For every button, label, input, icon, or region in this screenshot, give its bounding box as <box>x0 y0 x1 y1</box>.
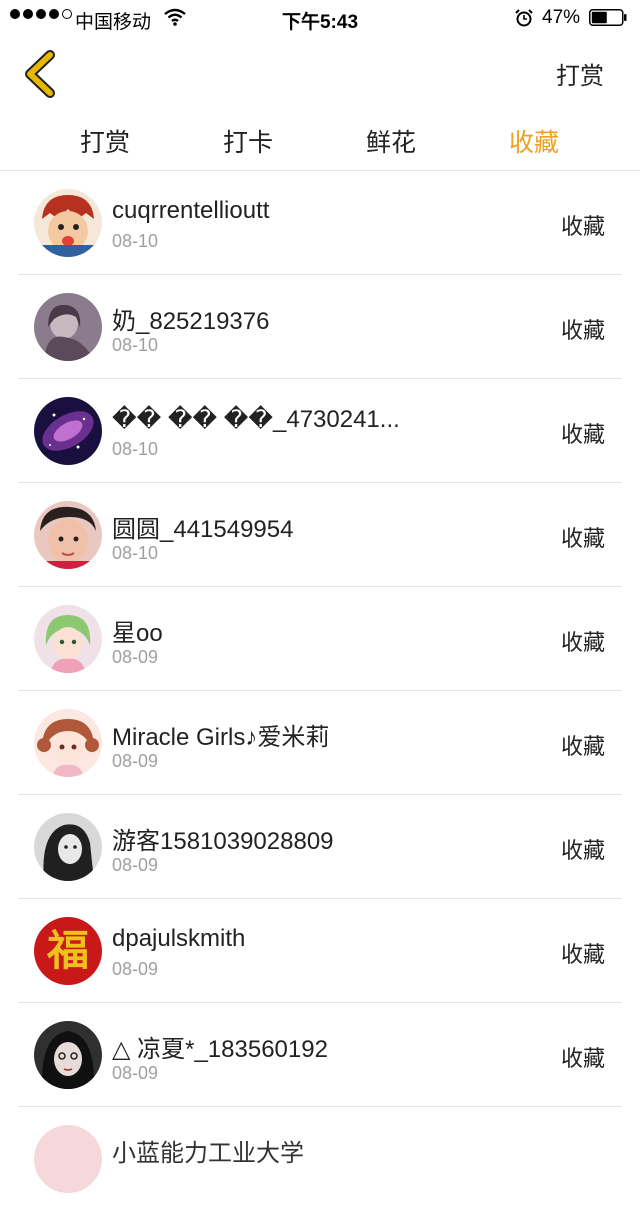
favorite-date: 08-09 <box>112 647 159 667</box>
list-item[interactable]: 奶_825219376 08-10 收藏 <box>0 275 640 379</box>
list-item[interactable]: cuqrrentellioutt 08-10 收藏 <box>0 171 640 275</box>
list-item[interactable]: 小蓝能力工业大学 <box>0 1107 640 1211</box>
avatar[interactable] <box>34 813 102 881</box>
avatar[interactable] <box>34 1125 102 1193</box>
favorite-date: 08-09 <box>112 959 159 979</box>
user-name: 奶_825219376 <box>112 308 270 335</box>
favorite-date: 08-09 <box>112 855 159 875</box>
list-item[interactable]: Miracle Girls♪爱米莉 08-09 收藏 <box>0 691 640 795</box>
avatar[interactable]: 福 <box>34 917 102 985</box>
user-name: 圆圆_441549954 <box>112 516 294 543</box>
chevron-left-icon <box>25 50 55 98</box>
status-bar: 中国移动 下午5:43 47% <box>0 0 640 36</box>
favorite-button[interactable]: 收藏 <box>561 521 605 553</box>
avatar[interactable] <box>34 1021 102 1089</box>
back-button[interactable] <box>18 50 62 98</box>
avatar[interactable] <box>34 605 102 673</box>
list-item[interactable]: �� �� ��_4730241... 08-10 收藏 <box>0 379 640 483</box>
favorite-button[interactable]: 收藏 <box>561 833 605 865</box>
navigation-bar: 打赏 <box>0 36 640 108</box>
avatar[interactable] <box>34 293 102 361</box>
favorite-button[interactable]: 收藏 <box>561 1041 605 1073</box>
favorite-button[interactable]: 收藏 <box>561 625 605 657</box>
tab-checkin[interactable]: 打卡 <box>223 123 273 159</box>
favorite-date: 08-09 <box>112 751 159 771</box>
battery-percentage: 47% <box>542 7 581 28</box>
user-name: 小蓝能力工业大学 <box>112 1140 304 1167</box>
avatar[interactable] <box>34 709 102 777</box>
favorite-date: 08-10 <box>112 543 159 563</box>
battery-icon <box>589 9 627 26</box>
reward-button[interactable]: 打赏 <box>556 56 604 91</box>
list-item[interactable]: △ 凉夏*_183560192 08-09 收藏 <box>0 1003 640 1107</box>
favorites-list: cuqrrentellioutt 08-10 收藏 奶_825219376 08… <box>0 171 640 1211</box>
tab-bar: 打赏 打卡 鲜花 收藏 <box>0 108 640 171</box>
favorite-button[interactable]: 收藏 <box>561 937 605 969</box>
user-name: �� �� ��_4730241... <box>112 406 400 433</box>
favorite-button[interactable]: 收藏 <box>561 209 605 241</box>
avatar[interactable] <box>34 501 102 569</box>
list-item[interactable]: 圆圆_441549954 08-10 收藏 <box>0 483 640 587</box>
user-name: 星oo <box>112 620 163 647</box>
svg-text:福: 福 <box>46 926 89 975</box>
list-item[interactable]: 游客1581039028809 08-09 收藏 <box>0 795 640 899</box>
tab-flowers[interactable]: 鲜花 <box>366 123 416 159</box>
avatar[interactable] <box>34 189 102 257</box>
user-name: cuqrrentellioutt <box>112 197 270 224</box>
user-name: dpajulskmith <box>112 925 246 952</box>
user-name: 游客1581039028809 <box>112 828 334 855</box>
list-item[interactable]: 星oo 08-09 收藏 <box>0 587 640 691</box>
favorite-button[interactable]: 收藏 <box>561 729 605 761</box>
avatar[interactable] <box>34 397 102 465</box>
user-name: △ 凉夏*_183560192 <box>112 1036 328 1063</box>
favorite-date: 08-10 <box>112 335 159 355</box>
user-name: Miracle Girls♪爱米莉 <box>112 724 330 751</box>
favorite-date: 08-10 <box>112 439 159 459</box>
favorite-date: 08-10 <box>112 231 159 251</box>
favorite-button[interactable]: 收藏 <box>561 417 605 449</box>
favorite-button[interactable]: 收藏 <box>561 313 605 345</box>
tab-favorites[interactable]: 收藏 <box>509 123 559 159</box>
list-item[interactable]: 福 dpajulskmith 08-09 收藏 <box>0 899 640 1003</box>
alarm-icon <box>515 9 533 27</box>
tab-reward[interactable]: 打赏 <box>80 123 130 159</box>
favorite-date: 08-09 <box>112 1063 159 1083</box>
